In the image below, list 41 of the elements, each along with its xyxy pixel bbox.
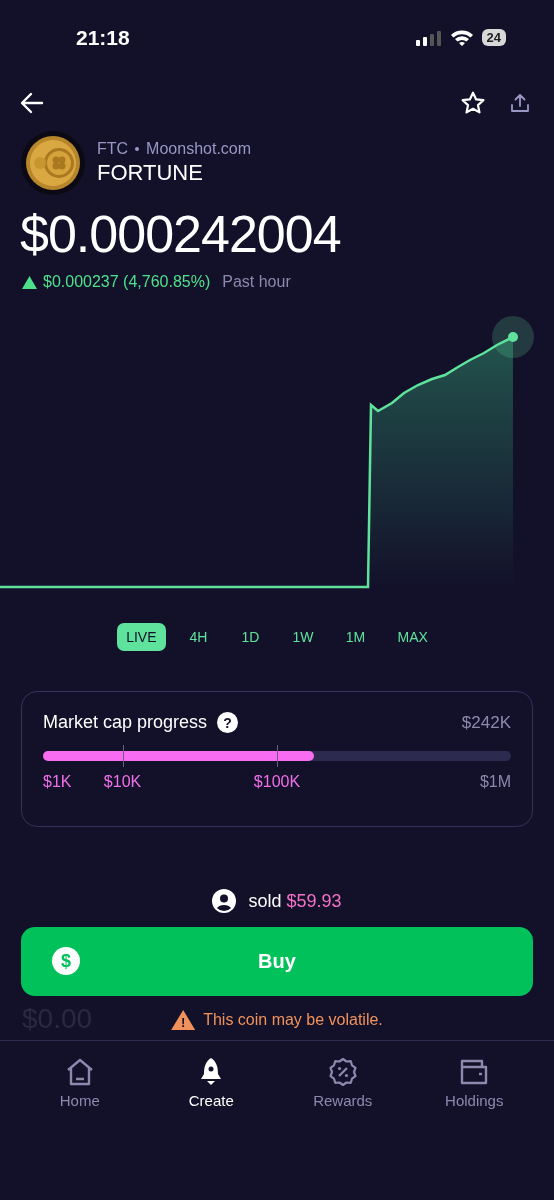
market-cap-title: Market cap progress: [43, 712, 208, 733]
warning-text: This coin may be volatile.: [203, 1011, 383, 1029]
warning-icon: !: [171, 1010, 196, 1030]
milestone-label: $1K: [43, 773, 72, 791]
coin-logo-icon: [21, 131, 85, 195]
coin-price: $0.000242004: [19, 204, 342, 265]
milestone-label: $1M: [479, 773, 511, 791]
coin-name: FORTUNE: [97, 160, 204, 186]
price-change: $0.000237 (4,760.85%): [43, 273, 211, 291]
up-triangle-icon: [22, 275, 37, 289]
separator-dot: [135, 147, 140, 151]
nav-tab[interactable]: Home: [24, 1055, 135, 1110]
nav-tab[interactable]: Rewards: [287, 1055, 398, 1110]
range-tab[interactable]: 4H: [179, 623, 218, 651]
milestone-label: $100K: [253, 773, 301, 791]
milestone-tick: [122, 745, 124, 767]
coin-source: Moonshot.com: [146, 140, 252, 158]
share-button[interactable]: [508, 91, 532, 115]
battery-indicator: 24: [481, 29, 506, 46]
activity-text: sold $59.93: [248, 890, 342, 912]
nav-tab[interactable]: Holdings: [419, 1055, 530, 1110]
range-tab[interactable]: MAX: [388, 623, 437, 651]
range-tab[interactable]: 1D: [231, 623, 270, 651]
percent-badge-icon: [326, 1056, 359, 1088]
change-period: Past hour: [222, 273, 291, 291]
milestone-tick: [277, 745, 278, 767]
help-button[interactable]: ?: [217, 712, 239, 733]
current-point-marker: [492, 316, 534, 358]
coin-ticker: FTC: [97, 140, 129, 158]
signal-icon: [415, 29, 442, 46]
range-tab[interactable]: 1M: [336, 623, 375, 651]
range-tab[interactable]: LIVE: [117, 623, 166, 651]
user-avatar-icon: [212, 889, 237, 913]
market-cap-value: $242K: [461, 712, 511, 733]
wifi-icon: [449, 28, 474, 47]
back-button[interactable]: [18, 90, 46, 116]
status-time: 21:18: [76, 25, 130, 50]
dollar-icon: $: [52, 947, 80, 975]
range-tab[interactable]: 1W: [283, 623, 323, 651]
milestone-label: $10K: [103, 773, 142, 791]
nav-tab[interactable]: Create: [156, 1055, 267, 1110]
